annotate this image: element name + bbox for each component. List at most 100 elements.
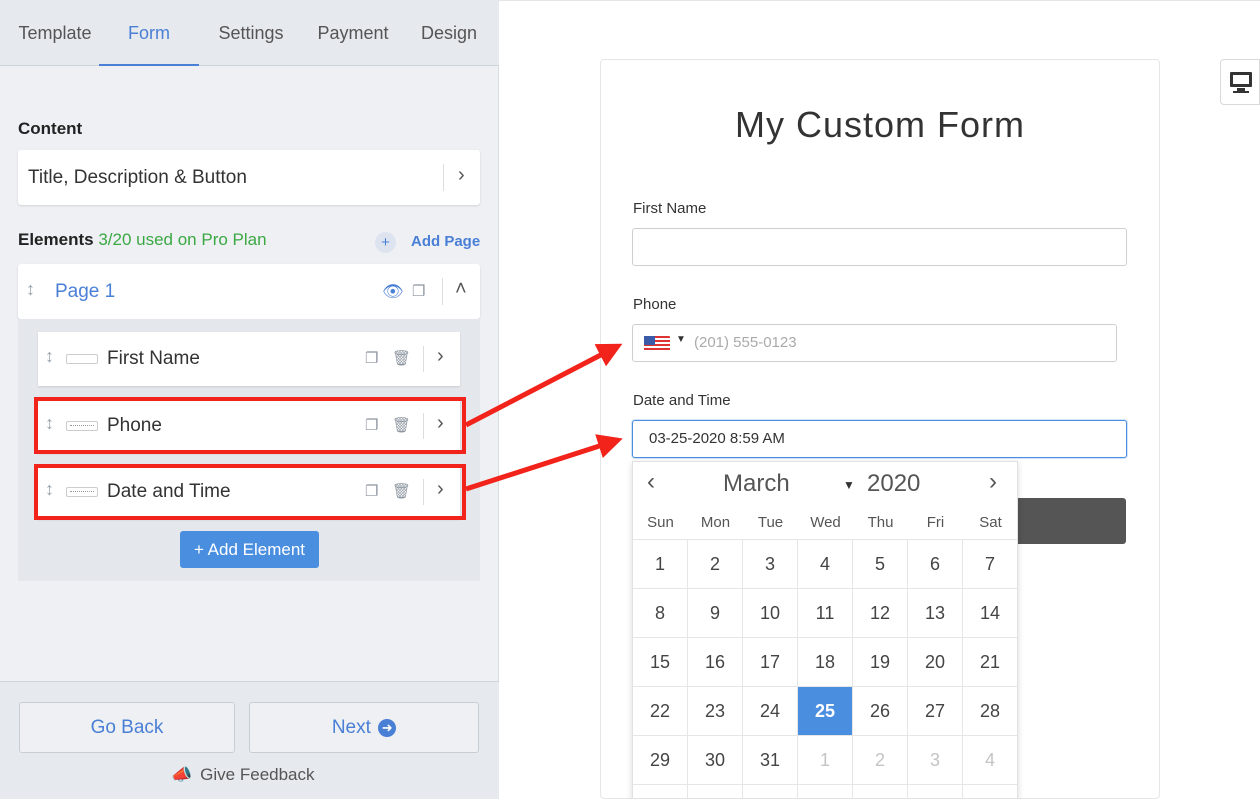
form-title: My Custom Form [734,104,1025,145]
tab-template[interactable]: Template [0,0,110,66]
day-cell[interactable]: 6 [908,540,963,589]
day-cell[interactable]: 23 [688,687,743,736]
day-cell[interactable]: 8 [633,589,688,638]
day-cell[interactable]: 4 [963,736,1017,785]
give-feedback-link[interactable]: 📣 Give Feedback [171,765,315,785]
day-cell[interactable] [633,785,688,798]
add-page-link[interactable]: Add Page [411,233,480,250]
day-cell[interactable]: 9 [688,589,743,638]
monitor-icon [1230,72,1252,87]
day-cell[interactable]: 16 [688,638,743,687]
weekday-mon: Mon [700,514,731,531]
elements-label: Elements [18,230,94,249]
drag-handle-icon[interactable]: ↕ [45,346,54,367]
day-cell[interactable]: 7 [963,540,1017,589]
month-select[interactable]: March [723,470,790,498]
us-flag-icon[interactable] [644,336,670,352]
day-cell[interactable] [743,785,798,798]
next-month-button[interactable]: › [989,468,997,496]
highlight-box-phone [34,397,466,454]
day-cell[interactable]: 17 [743,638,798,687]
phone-label: Phone [633,296,677,313]
caret-down-icon[interactable]: ▼ [676,334,686,345]
chevron-right-icon[interactable]: › [458,164,465,187]
add-page-plus-icon[interactable]: + [375,232,396,253]
date-time-input[interactable]: 03-25-2020 8:59 AM [632,420,1127,458]
tab-form[interactable]: Form [99,0,199,66]
day-cell[interactable]: 11 [798,589,853,638]
weekday-wed: Wed [810,514,841,531]
selected-day-cell[interactable]: 25 [798,687,853,736]
add-element-button[interactable]: + Add Element [180,531,319,568]
content-item-label: Title, Description & Button [28,167,247,188]
day-cell[interactable]: 22 [633,687,688,736]
desktop-preview-button[interactable] [1220,59,1260,105]
go-back-button[interactable]: Go Back [19,702,235,753]
highlight-box-date-time [34,464,466,520]
caret-down-icon[interactable]: ▼ [843,478,855,492]
divider [423,346,424,372]
day-cell[interactable]: 24 [743,687,798,736]
element-row-first-name[interactable]: ↕ First Name ❐ 🗑 › [38,332,460,386]
day-grid: 1 2 3 4 5 6 7 8 9 10 11 12 13 14 15 16 17 18 19 20 21 22 23 24 2… [633,539,1017,798]
day-cell[interactable]: 26 [853,687,908,736]
divider [443,164,444,191]
day-cell[interactable] [963,785,1017,798]
duplicate-icon[interactable]: ❐ [365,349,378,367]
content-section-label: Content [18,119,83,138]
day-cell[interactable]: 2 [853,736,908,785]
day-cell[interactable]: 12 [853,589,908,638]
day-cell[interactable]: 28 [963,687,1017,736]
prev-month-button[interactable]: ‹ [647,468,655,496]
feedback-label: Give Feedback [200,765,315,784]
day-cell[interactable]: 21 [963,638,1017,687]
weekday-thu: Thu [867,514,894,531]
day-cell[interactable]: 5 [853,540,908,589]
day-cell[interactable]: 1 [798,736,853,785]
day-cell[interactable] [798,785,853,798]
day-cell[interactable]: 13 [908,589,963,638]
monitor-base [1233,91,1249,93]
chevron-up-icon[interactable]: ˄ [455,278,467,301]
day-cell[interactable]: 1 [633,540,688,589]
content-item[interactable]: Title, Description & Button › [18,150,480,205]
submit-button[interactable] [1018,498,1126,544]
next-button[interactable]: Next ➜ [249,702,479,753]
text-field-icon [66,354,98,364]
day-cell[interactable]: 3 [743,540,798,589]
day-cell[interactable]: 14 [963,589,1017,638]
year-value[interactable]: 2020 [867,470,920,498]
day-cell[interactable]: 3 [908,736,963,785]
day-cell[interactable]: 18 [798,638,853,687]
page-1-header[interactable]: ↕ Page 1 👁 ❐ ˄ [18,264,480,319]
day-cell[interactable]: 20 [908,638,963,687]
day-cell[interactable]: 10 [743,589,798,638]
day-cell[interactable]: 29 [633,736,688,785]
day-cell[interactable] [853,785,908,798]
trash-icon[interactable]: 🗑 [392,349,411,367]
day-cell[interactable] [688,785,743,798]
duplicate-icon[interactable]: ❐ [412,282,425,300]
date-time-label: Date and Time [633,392,731,409]
phone-placeholder: (201) 555-0123 [694,334,797,351]
eye-icon[interactable]: 👁 [382,282,404,302]
day-cell[interactable]: 4 [798,540,853,589]
divider [442,278,443,305]
day-cell[interactable]: 30 [688,736,743,785]
drag-handle-icon[interactable]: ↕ [26,279,35,300]
weekday-fri: Fri [926,514,945,531]
tab-design[interactable]: Design [406,0,492,66]
day-cell[interactable] [908,785,963,798]
day-cell[interactable]: 19 [853,638,908,687]
phone-input[interactable]: ▼ (201) 555-0123 [632,324,1117,362]
first-name-input[interactable] [632,228,1127,266]
day-cell[interactable]: 31 [743,736,798,785]
day-cell[interactable]: 15 [633,638,688,687]
chevron-right-icon[interactable]: › [437,345,444,368]
tab-payment[interactable]: Payment [303,0,403,66]
plan-usage-text: 3/20 used on Pro Plan [98,230,267,249]
first-name-label: First Name [633,200,707,217]
day-cell[interactable]: 27 [908,687,963,736]
day-cell[interactable]: 2 [688,540,743,589]
tab-settings[interactable]: Settings [201,0,301,66]
